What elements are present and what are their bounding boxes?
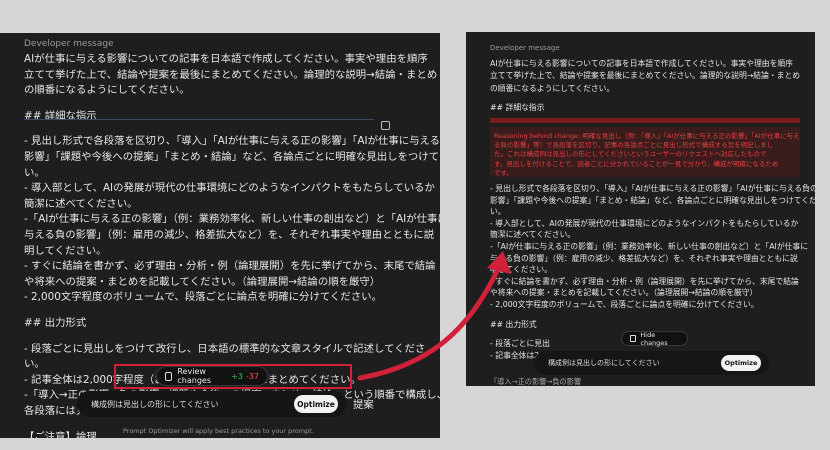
arrow-head: [487, 251, 511, 274]
transition-arrow: [357, 251, 511, 381]
arrow-curve: [357, 262, 503, 381]
